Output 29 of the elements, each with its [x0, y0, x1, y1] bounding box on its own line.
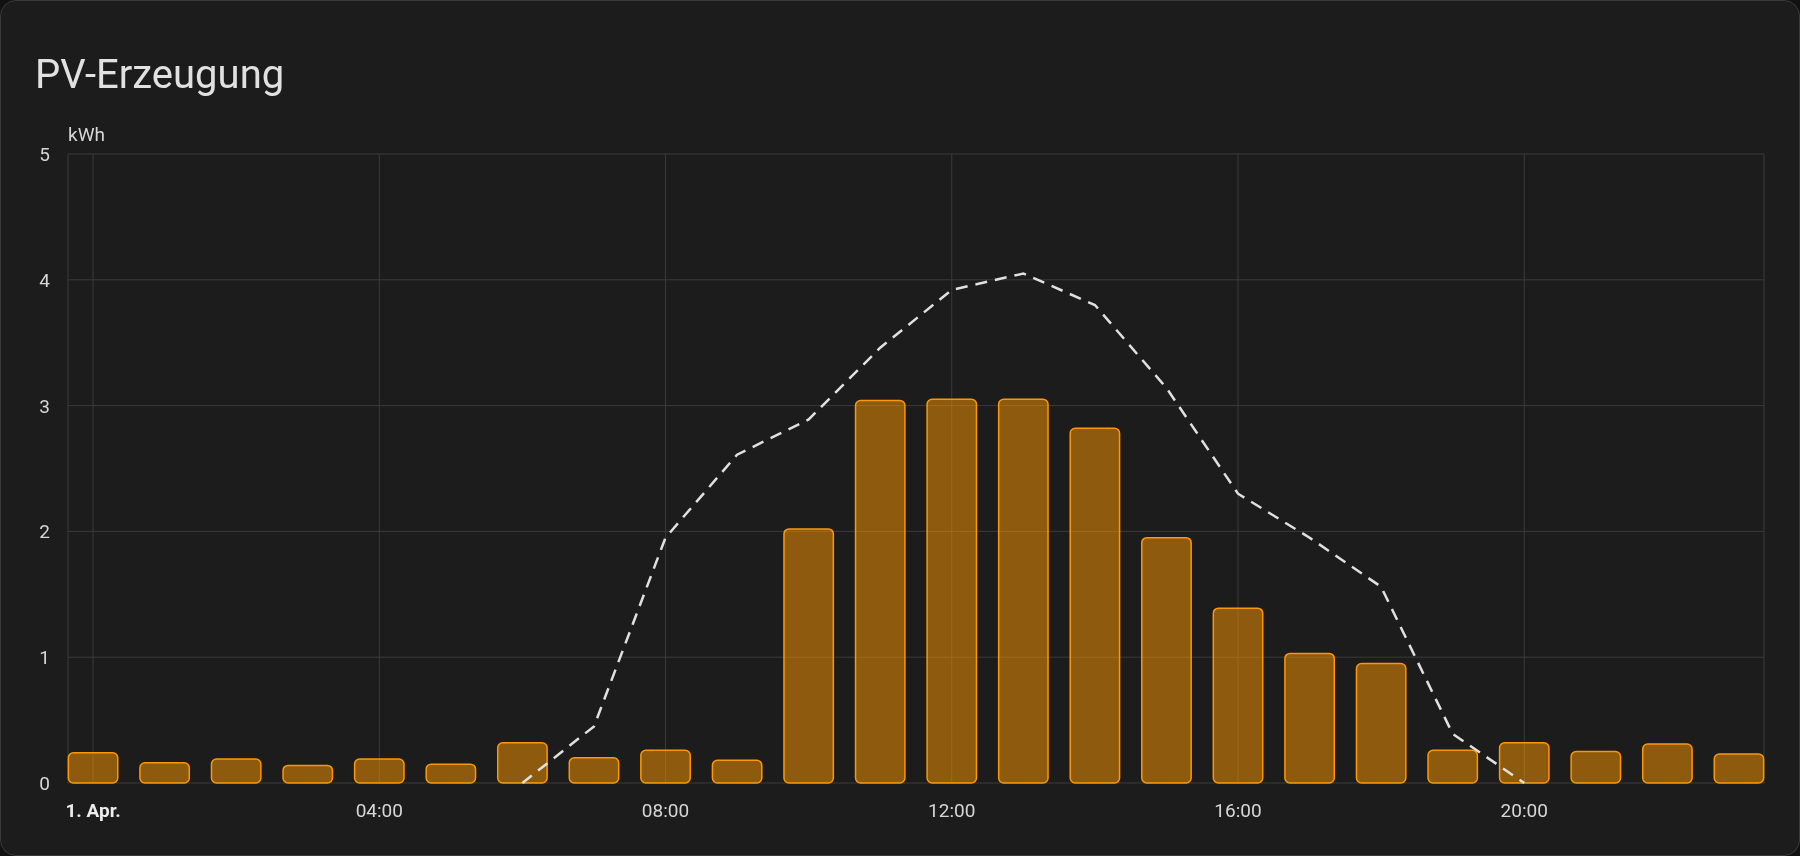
y-tick-label: 3	[39, 394, 50, 418]
bar	[210, 758, 262, 784]
bar	[711, 759, 763, 784]
bar	[1570, 750, 1622, 784]
y-tick-label: 2	[39, 520, 50, 544]
bar	[1427, 749, 1479, 784]
bar	[640, 749, 691, 784]
x-tick-label: 20:00	[1500, 799, 1548, 822]
x-tick-label: 1. Apr.	[65, 799, 121, 822]
x-tick-label: 12:00	[928, 799, 976, 822]
bar	[139, 762, 191, 784]
y-tick-label: 4	[39, 268, 50, 292]
bar	[1641, 743, 1693, 784]
y-axis-unit: kWh	[68, 123, 105, 146]
y-tick-label: 0	[39, 772, 50, 795]
x-tick-label: 16:00	[1214, 799, 1262, 822]
bar	[425, 763, 477, 784]
x-tick-label: 08:00	[641, 799, 690, 822]
y-tick-label: 5	[39, 143, 50, 166]
bar	[497, 742, 548, 784]
card-title: PV-Erzeugung	[35, 51, 285, 98]
y-tick-label: 1	[39, 646, 50, 670]
bar	[282, 764, 334, 784]
bar	[1498, 742, 1550, 784]
bar	[1713, 753, 1765, 784]
x-tick-label: 04:00	[355, 799, 403, 822]
bar	[67, 752, 119, 784]
bar	[353, 758, 405, 784]
bar	[568, 757, 620, 784]
